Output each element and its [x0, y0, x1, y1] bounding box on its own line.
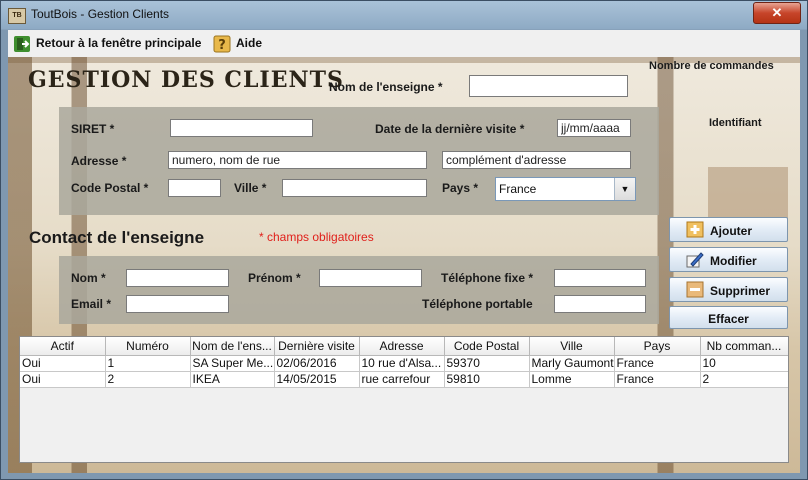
- pays-select[interactable]: France ▼: [495, 177, 636, 201]
- table-cell: 59370: [444, 355, 530, 372]
- table-cell: Oui: [20, 355, 106, 372]
- telephone-portable-input[interactable]: [554, 295, 646, 313]
- close-button[interactable]: ✕: [753, 2, 801, 24]
- nombre-commandes-label: Nombre de commandes: [649, 60, 774, 72]
- telephone-fixe-input[interactable]: [554, 269, 646, 287]
- window-title: ToutBois - Gestion Clients: [31, 7, 170, 21]
- exit-icon: [14, 35, 30, 52]
- email-input[interactable]: [126, 295, 229, 313]
- back-to-main-menu-item[interactable]: Retour à la fenêtre principale: [13, 33, 201, 53]
- table-cell: IKEA: [190, 371, 275, 388]
- enseigne-input[interactable]: [469, 75, 628, 97]
- table-cell: France: [614, 371, 701, 388]
- code-postal-input[interactable]: [168, 179, 221, 197]
- table-cell: Oui: [20, 371, 106, 388]
- column-header-derniere-visite[interactable]: Dernière visite: [274, 337, 360, 356]
- modifier-button[interactable]: Modifier: [669, 247, 788, 272]
- chevron-down-icon[interactable]: ▼: [614, 178, 635, 200]
- column-header-nb-commandes[interactable]: Nb comman...: [700, 337, 788, 356]
- column-header-nom-enseigne[interactable]: Nom de l'ens...: [190, 337, 275, 356]
- table-cell: France: [614, 355, 701, 372]
- back-menu-label: Retour à la fenêtre principale: [36, 36, 202, 50]
- table-cell: 02/06/2016: [274, 355, 360, 372]
- table-cell: 2: [105, 371, 191, 388]
- supprimer-button[interactable]: Supprimer: [669, 277, 788, 302]
- modifier-label: Modifier: [710, 254, 757, 268]
- required-fields-note: * champs obligatoires: [259, 230, 374, 244]
- pencil-icon: [686, 252, 704, 268]
- menu-bar: Retour à la fenêtre principale ? Aide: [8, 30, 800, 57]
- enseigne-label: Nom de l'enseigne *: [329, 80, 443, 94]
- title-bar[interactable]: TB ToutBois - Gestion Clients ✕: [1, 1, 807, 29]
- supprimer-label: Supprimer: [710, 284, 771, 298]
- siret-input[interactable]: [170, 119, 313, 137]
- code-postal-label: Code Postal *: [71, 181, 149, 195]
- content-area: GESTION DES CLIENTS Nom de l'enseigne * …: [8, 57, 800, 473]
- ajouter-label: Ajouter: [710, 224, 752, 238]
- prenom-label: Prénom *: [248, 271, 301, 285]
- prenom-input[interactable]: [319, 269, 422, 287]
- table-cell: 1: [105, 355, 191, 372]
- siret-label: SIRET *: [71, 122, 115, 136]
- telephone-portable-label: Téléphone portable: [422, 297, 533, 311]
- contact-heading: Contact de l'enseigne: [29, 228, 205, 247]
- minus-icon: [686, 281, 704, 298]
- effacer-label: Effacer: [708, 312, 749, 326]
- telephone-fixe-label: Téléphone fixe *: [441, 271, 534, 285]
- effacer-button[interactable]: Effacer: [669, 306, 788, 329]
- ville-label: Ville *: [234, 181, 267, 195]
- pays-selected-value: France: [499, 182, 537, 196]
- column-header-actif[interactable]: Actif: [20, 337, 106, 356]
- column-header-numero[interactable]: Numéro: [105, 337, 191, 356]
- nom-label: Nom *: [71, 271, 106, 285]
- table-header-row: Actif Numéro Nom de l'ens... Dernière vi…: [20, 337, 788, 356]
- pays-label: Pays *: [442, 181, 479, 195]
- contact-panel: [59, 256, 659, 324]
- identifiant-label: Identifiant: [709, 117, 762, 129]
- table-cell: 10 rue d'Alsa...: [359, 355, 445, 372]
- table-cell: rue carrefour: [359, 371, 445, 388]
- app-logo-icon: TB: [8, 8, 26, 24]
- email-label: Email *: [71, 297, 112, 311]
- table-cell: 2: [700, 371, 788, 388]
- adresse-input[interactable]: [168, 151, 427, 169]
- help-menu-item[interactable]: ? Aide: [213, 33, 262, 53]
- nom-input[interactable]: [126, 269, 229, 287]
- complement-adresse-input[interactable]: [442, 151, 631, 169]
- column-header-adresse[interactable]: Adresse: [359, 337, 445, 356]
- help-icon: ?: [213, 35, 231, 53]
- plus-icon: [686, 221, 704, 238]
- svg-text:?: ?: [218, 38, 226, 53]
- table-cell: 59810: [444, 371, 530, 388]
- table-cell: Lomme: [529, 371, 615, 388]
- app-window: TB ToutBois - Gestion Clients ✕ Retour à…: [0, 0, 808, 480]
- date-visite-label: Date de la dernière visite *: [375, 122, 525, 136]
- help-menu-label: Aide: [236, 36, 263, 50]
- adresse-label: Adresse *: [71, 154, 127, 168]
- table-row[interactable]: Oui 1 SA Super Me... 02/06/2016 10 rue d…: [20, 355, 788, 372]
- table-cell: SA Super Me...: [190, 355, 275, 372]
- column-header-ville[interactable]: Ville: [529, 337, 615, 356]
- table-cell: Marly Gaumont: [529, 355, 615, 372]
- page-title: GESTION DES CLIENTS: [28, 67, 344, 93]
- date-visite-input[interactable]: [557, 119, 631, 137]
- ajouter-button[interactable]: Ajouter: [669, 217, 788, 242]
- column-header-code-postal[interactable]: Code Postal: [444, 337, 530, 356]
- table-cell: 14/05/2015: [274, 371, 360, 388]
- table-cell: 10: [700, 355, 788, 372]
- column-header-pays[interactable]: Pays: [614, 337, 701, 356]
- ville-input[interactable]: [282, 179, 427, 197]
- clients-table[interactable]: Actif Numéro Nom de l'ens... Dernière vi…: [19, 336, 789, 463]
- table-row[interactable]: Oui 2 IKEA 14/05/2015 rue carrefour 5981…: [20, 371, 788, 388]
